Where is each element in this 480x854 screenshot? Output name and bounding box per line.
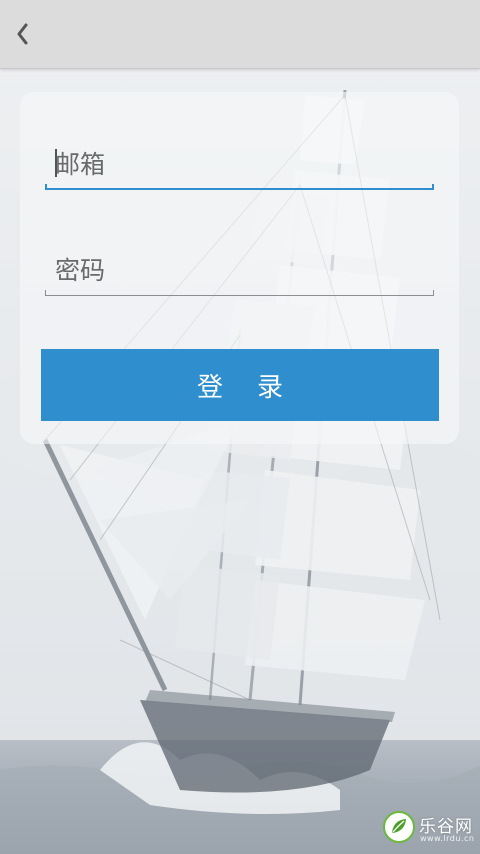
leaf-logo-icon	[383, 811, 415, 843]
login-button[interactable]: 登录	[41, 349, 439, 421]
login-screen: 登录 乐谷网 www.lrdu.cn	[0, 0, 480, 854]
email-underline	[45, 184, 434, 190]
password-field-container	[45, 248, 434, 296]
watermark-subtext: www.lrdu.cn	[420, 834, 475, 843]
password-input[interactable]	[45, 248, 434, 292]
password-underline	[45, 290, 434, 296]
login-card: 登录	[20, 92, 459, 444]
email-input[interactable]	[45, 142, 434, 186]
back-button[interactable]	[0, 0, 44, 68]
watermark: 乐谷网 www.lrdu.cn	[382, 808, 478, 850]
top-app-bar	[0, 0, 480, 69]
text-cursor	[55, 149, 57, 177]
email-field-container	[45, 142, 434, 190]
chevron-left-icon	[15, 23, 29, 45]
